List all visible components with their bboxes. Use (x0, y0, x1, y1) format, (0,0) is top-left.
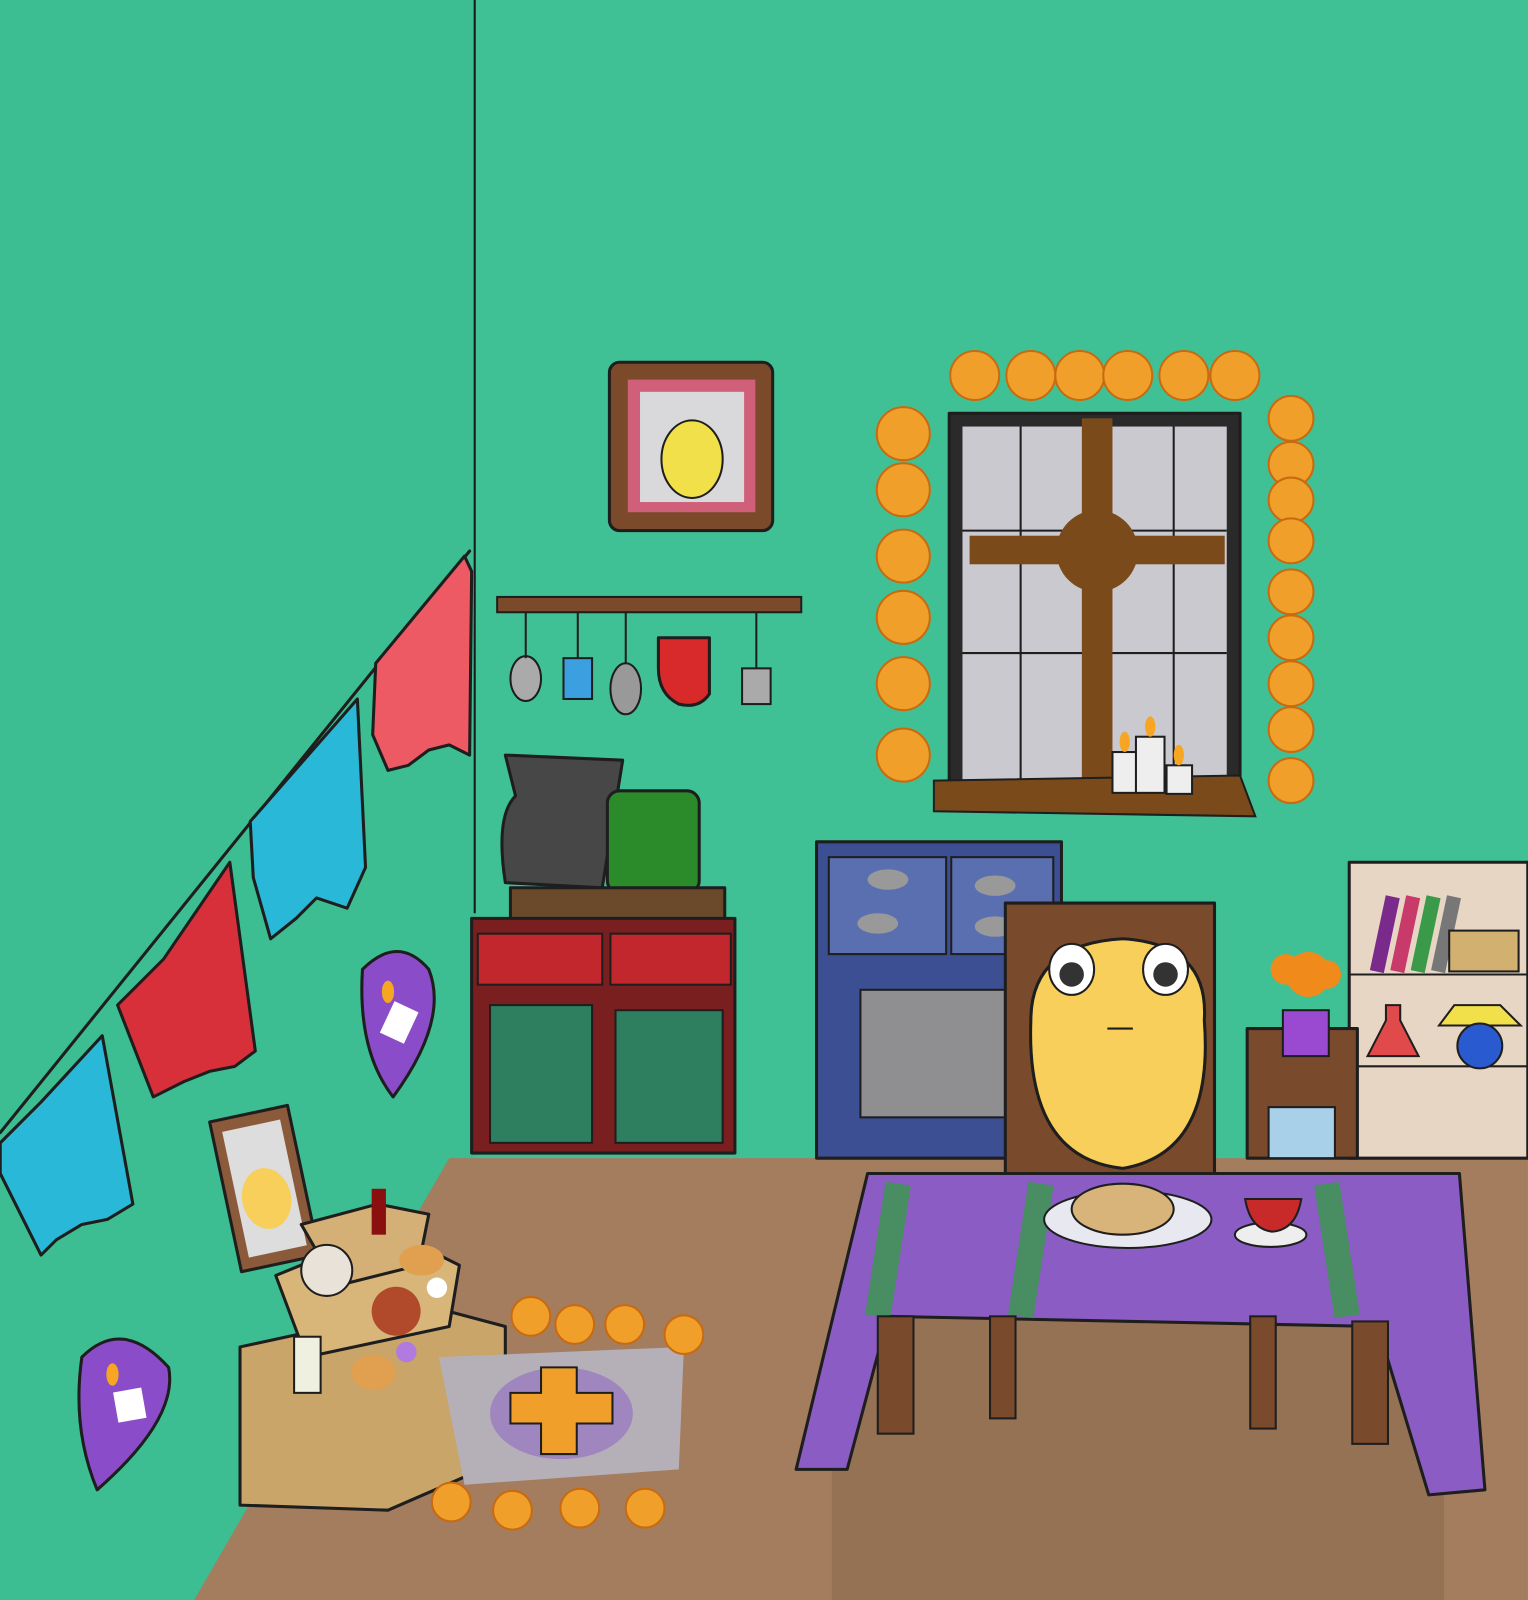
sugar-skull-icon (426, 1277, 448, 1298)
marigold-icon (554, 1304, 596, 1345)
marigold-icon (1267, 568, 1315, 616)
marigold-icon (1267, 660, 1315, 708)
marigold-icon (492, 1489, 533, 1531)
marigold-icon (1267, 706, 1315, 754)
marigold-icon (1267, 476, 1315, 524)
marigold-icon (875, 727, 931, 783)
candle-icon (1134, 735, 1166, 794)
food-bowl (371, 1286, 421, 1336)
turner-icon (741, 667, 772, 706)
marigold-icon (875, 528, 931, 584)
treasure-chest (1448, 929, 1520, 973)
marigold-icon (1267, 757, 1315, 805)
marigold-icon (1267, 394, 1315, 442)
whisk-icon (609, 662, 643, 716)
cabinet-door-left (489, 1004, 594, 1144)
scene (0, 0, 1528, 1600)
marigold-icon (1054, 350, 1106, 402)
soda-bottle (371, 1188, 386, 1235)
candle-icon (113, 1387, 147, 1423)
candle-icon (1111, 751, 1139, 794)
oven-door (859, 988, 1015, 1119)
sugar-skull-icon (396, 1341, 417, 1363)
black-pitcher (500, 753, 625, 890)
bear-icon (660, 419, 724, 499)
bookshelf (1347, 860, 1528, 1160)
marigold-icon (1102, 350, 1154, 402)
marigold-icon (949, 350, 1001, 402)
oven-mitt-icon (656, 636, 711, 707)
bread-loaf (399, 1244, 445, 1276)
dining-table (794, 1171, 1487, 1600)
burner-icon (974, 875, 1016, 896)
marigold-icon (559, 1487, 601, 1529)
burner-icon (867, 869, 909, 890)
green-pot (605, 789, 701, 895)
flower-vase (1281, 1009, 1330, 1058)
marigold-icon (1209, 350, 1261, 402)
window (932, 411, 1257, 818)
marigold-icon (875, 462, 931, 518)
spatula-icon (562, 657, 594, 700)
marigold-icon (430, 1481, 472, 1523)
cabinet-door-right (614, 1009, 724, 1144)
marigold-icon (1267, 517, 1315, 565)
marigold-icon (875, 406, 931, 462)
marigold-icon (604, 1304, 646, 1345)
burner-icon (857, 913, 899, 934)
marigold-icon (875, 589, 931, 645)
red-cabinet (470, 916, 737, 1155)
marigold-icon (663, 1314, 705, 1356)
yellow-creature (1029, 937, 1207, 1170)
candle-icon (293, 1335, 322, 1394)
skimmer-icon (509, 655, 543, 703)
pan-de-muerto-icon (300, 1243, 354, 1297)
marigold-icon (624, 1487, 666, 1529)
marigold-icon (875, 656, 931, 712)
candle-icon (1165, 764, 1194, 795)
marigold-rug (439, 1346, 684, 1485)
marigold-icon (1267, 614, 1315, 662)
marigold-icon (1158, 350, 1210, 402)
marigold-icon (1005, 350, 1057, 402)
pan-de-muerto-icon (1070, 1182, 1175, 1236)
framed-bear-picture (607, 360, 775, 533)
marigold-icon (510, 1295, 552, 1337)
